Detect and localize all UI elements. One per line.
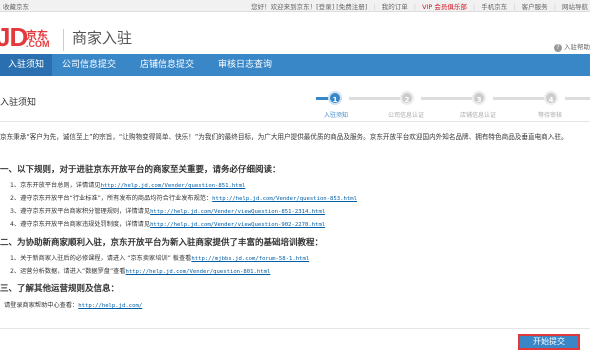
item-text: 请登录商家帮助中心查看： [4,302,79,309]
item-link[interactable]: http://help.jd.com/Vender/question-801.h… [126,269,271,275]
item-text: 4、遵守京东开放平台商家违规处罚制度，详情请见 [10,221,151,228]
section-header: 入驻须知 1 2 3 4 入驻须知 公司信息认证 店铺信息认证 等待审核 [0,88,590,122]
item-link[interactable]: http://help.jd.com/Vender/question-853.h… [212,196,357,202]
list-item: 2、运营分析数据，请进入“数据罗盘”查看http://help.jd.com/V… [10,266,270,275]
list-item: 1、京东开放平台总则，详情请见http://help.jd.com/Vender… [10,180,245,189]
top-link-vip[interactable]: VIP 会员俱乐部 [422,3,467,11]
help-icon: ? [554,44,562,52]
item-text: 1、京东开放平台总则，详情请见 [10,182,101,189]
item-link[interactable]: http://help.jd.com/Vender/viewQuestion-9… [150,222,325,228]
step-3-label: 店铺信息认证 [460,112,497,119]
tab-store-info[interactable]: 店铺信息提交 [132,54,202,76]
item-text: 3、遵守京东开放平台商家积分管理规则，详情请见 [10,208,151,215]
item-link[interactable]: http://help.jd.com/Vender/viewQuestion-8… [150,209,325,215]
top-links: 您好！欢迎来到京东！[登录] [免费注册] | 我的订单 | VIP 会员俱乐部… [251,3,588,11]
step-2-label: 公司信息认证 [388,112,425,119]
list-item: 请登录商家帮助中心查看：http://help.jd.com/ [4,300,142,309]
header-divider [63,29,64,51]
section-title: 入驻须知 [0,98,37,108]
tab-company-info[interactable]: 公司信息提交 [54,54,124,76]
step-4-marker: 4 [544,91,558,105]
step-line [421,97,479,100]
jd-logo[interactable]: JD 京东 .COM [0,22,54,52]
item-link[interactable]: http://help.jd.com/ [78,303,142,309]
page-title: 商家入驻 [72,29,133,47]
item-text: 1、关于新商家入驻后的必修课程，请进入 “京东卖家培训” 板查看 [10,255,192,262]
top-link-sitenav[interactable]: 网站导航 [562,3,588,11]
favorite-link[interactable]: 收藏京东 [3,1,29,11]
list-item: 3、遵守京东开放平台商家积分管理规则，详情请见http://help.jd.co… [10,206,325,215]
step-line [349,97,407,100]
top-utility-bar: 收藏京东 您好！欢迎来到京东！[登录] [免费注册] | 我的订单 | VIP … [0,0,590,12]
main-nav: 入驻须知 公司信息提交 店铺信息提交 审核日志查询 [0,54,590,76]
help-label: 入驻帮助 [564,43,590,51]
step-line [565,97,590,100]
item-text: 2、遵守京东开放平台“行业标准”，所有发布的商品均符合行业发布规范： [10,195,213,202]
section-1-heading: 一、以下规则，对于进驻京东开放平台的商家至关重要，请务必仔细阅读： [0,165,281,175]
step-line [493,97,551,100]
top-link-mobile[interactable]: 手机京东 [481,3,507,11]
list-item: 4、遵守京东开放平台商家违规处罚制度，详情请见http://help.jd.co… [10,219,325,228]
step-1-marker: 1 [328,91,342,105]
page-header: JD 京东 .COM 商家入驻 ? 入驻帮助 [0,12,590,54]
tab-audit-log[interactable]: 审核日志查询 [210,54,280,76]
list-item: 2、遵守京东开放平台“行业标准”，所有发布的商品均符合行业发布规范：http:/… [10,193,357,202]
content-divider [0,328,590,329]
logo-jd-letters: JD [0,22,28,52]
list-item: 1、关于新商家入驻后的必修课程，请进入 “京东卖家培训” 板查看http://m… [10,253,309,262]
logo-com-text: .COM [26,39,50,49]
step-4-label: 等待审核 [538,112,563,119]
section-2-heading: 二、为协助新商家顺利入驻，京东开放平台为新入驻商家提供了丰富的基础培训教程： [0,238,324,248]
step-2-marker: 2 [400,91,414,105]
item-link[interactable]: http://help.jd.com/Vender/question-851.h… [101,183,246,189]
step-1-label: 入驻须知 [324,112,349,119]
item-link[interactable]: http://mjbbs.jd.com/forum-58-1.html [191,256,309,262]
progress-steps: 1 2 3 4 入驻须知 公司信息认证 店铺信息认证 等待审核 [306,88,590,120]
top-link-orders[interactable]: 我的订单 [382,3,408,11]
top-link-service[interactable]: 客户服务 [522,3,548,11]
item-text: 2、运营分析数据，请进入“数据罗盘”查看 [10,268,126,275]
tab-notice[interactable]: 入驻须知 [0,54,53,76]
step-3-marker: 3 [472,91,486,105]
help-link[interactable]: ? 入驻帮助 [554,41,590,52]
intro-paragraph: 京东秉承“客户为先，诚信至上”的宗旨，“让购物变得简单、快乐！”为我们的最终目标… [0,133,568,141]
section-3-heading: 三、了解其他运营规则及信息： [0,284,120,294]
start-submit-button[interactable]: 开始提交 [518,334,580,350]
welcome-text[interactable]: 您好！欢迎来到京东！[登录] [免费注册] [251,3,367,11]
